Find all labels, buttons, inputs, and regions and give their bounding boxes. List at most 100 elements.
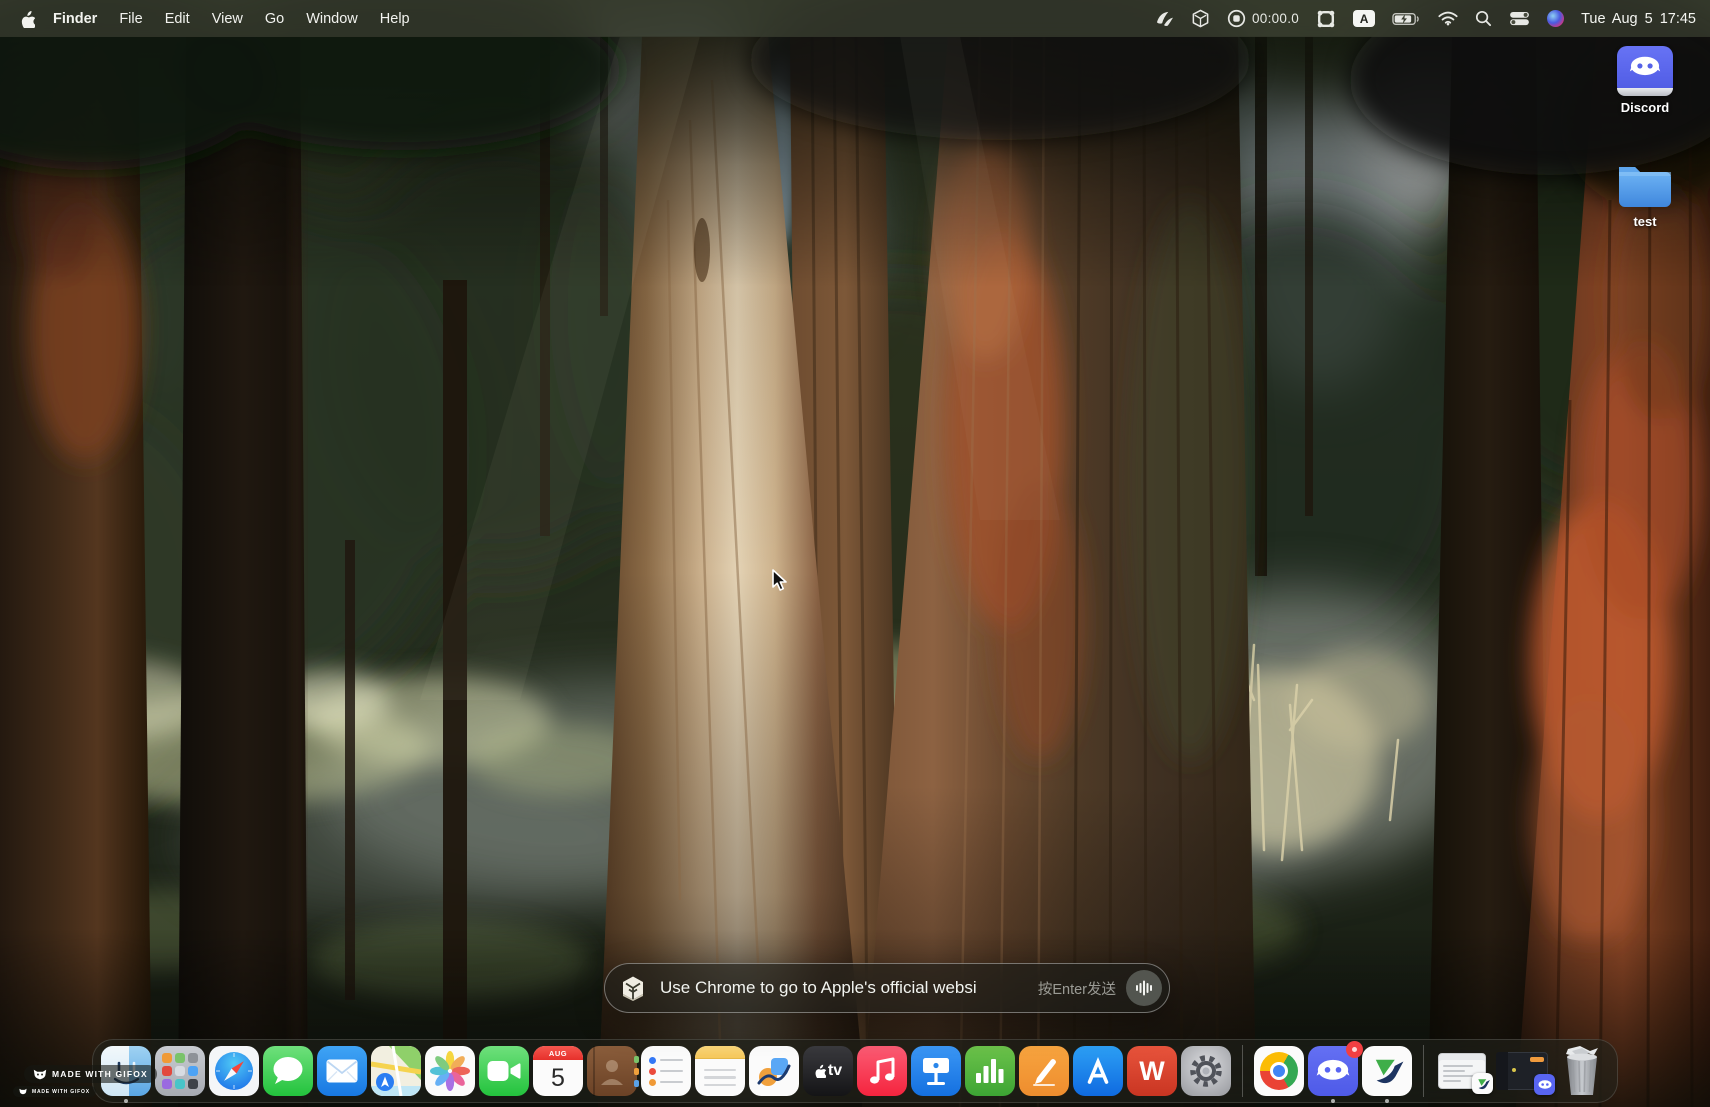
battery-charging-icon[interactable]	[1392, 12, 1421, 26]
menu-help[interactable]: Help	[369, 11, 421, 27]
dock-app-store[interactable]	[1073, 1046, 1123, 1096]
menu-file[interactable]: File	[108, 11, 153, 27]
pages-icon	[1019, 1046, 1069, 1096]
gifox-watermark: MADE WITH GIFOX	[24, 1065, 157, 1083]
gifox-watermark-label: MADE WITH GIFOX	[52, 1069, 148, 1079]
dock-reminders[interactable]	[641, 1046, 691, 1096]
dock-mail[interactable]	[317, 1046, 367, 1096]
messages-icon	[263, 1046, 313, 1096]
dock-facetime[interactable]	[479, 1046, 529, 1096]
menu-bar-clock[interactable]: Tue Aug 5 17:45	[1581, 11, 1696, 27]
siri-icon[interactable]	[1547, 10, 1564, 27]
notes-icon	[695, 1046, 745, 1096]
dock-notes[interactable]	[695, 1046, 745, 1096]
keynote-icon	[911, 1046, 961, 1096]
appletv-label: tv	[828, 1062, 842, 1080]
dock-keynote[interactable]	[911, 1046, 961, 1096]
contacts-icon	[587, 1046, 637, 1096]
desktop-icon-discord[interactable]: Discord	[1603, 46, 1687, 115]
dock-music[interactable]	[857, 1046, 907, 1096]
dock-calendar[interactable]: AUG 5	[533, 1046, 583, 1096]
launchpad-icon	[155, 1046, 205, 1096]
record-stop-timer[interactable]: 00:00.0	[1227, 9, 1299, 28]
apple-logo-icon	[20, 10, 35, 28]
dock-wps-office[interactable]: W	[1127, 1046, 1177, 1096]
desktop-icon-test-folder[interactable]: test	[1603, 158, 1687, 229]
menu-window[interactable]: Window	[295, 11, 369, 27]
wallpaper-forest	[0, 0, 1710, 1107]
wps-glyph: W	[1139, 1056, 1164, 1087]
freeform-icon	[749, 1046, 799, 1096]
dock: AUG 5	[92, 1039, 1618, 1103]
agent-box-icon[interactable]	[1191, 9, 1210, 28]
apple-menu[interactable]	[12, 10, 42, 28]
calendar-icon: AUG 5	[533, 1046, 583, 1096]
v-app-icon	[1472, 1073, 1493, 1094]
safari-icon	[209, 1046, 259, 1096]
fox-icon	[33, 1069, 47, 1080]
running-indicator	[1385, 1099, 1389, 1103]
dock-divider	[1242, 1045, 1243, 1097]
reminders-icon	[641, 1046, 691, 1096]
discord-logo	[1628, 54, 1662, 80]
notification-badge	[1346, 1041, 1363, 1058]
calendar-month: AUG	[533, 1046, 583, 1060]
discord-icon	[1534, 1074, 1555, 1095]
dock-contacts[interactable]	[587, 1046, 637, 1096]
desktop-icon-label: Discord	[1621, 100, 1669, 115]
discord-disk-image-icon	[1617, 46, 1673, 96]
record-stop-icon	[1227, 9, 1246, 28]
dock-trash[interactable]	[1555, 1046, 1609, 1096]
music-icon	[857, 1046, 907, 1096]
dock-chrome[interactable]	[1254, 1046, 1304, 1096]
discord-icon	[1308, 1046, 1358, 1096]
control-center-icon[interactable]	[1509, 11, 1530, 26]
trash-full-icon	[1555, 1046, 1609, 1096]
minimized-window-discord[interactable]	[1496, 1052, 1548, 1090]
agent-hexagon-icon	[620, 975, 646, 1001]
dock-apple-tv[interactable]: tv	[803, 1046, 853, 1096]
facetime-icon	[479, 1046, 529, 1096]
chrome-icon	[1254, 1046, 1304, 1096]
spotlight-search-icon[interactable]	[1475, 10, 1492, 27]
gifox-watermark-label: MADE WITH GIFOX	[32, 1089, 90, 1095]
system-settings-icon	[1181, 1046, 1231, 1096]
dock-messages[interactable]	[263, 1046, 313, 1096]
disk-base	[1617, 88, 1673, 96]
menu-bar: Finder File Edit View Go Window Help	[0, 0, 1710, 37]
dock-photos[interactable]	[425, 1046, 475, 1096]
desktop-screen: Finder File Edit View Go Window Help	[0, 0, 1710, 1107]
assistant-message-input[interactable]: Use Chrome to go to Apple's official web…	[660, 978, 1038, 998]
dock-divider	[1423, 1045, 1424, 1097]
menu-app-name[interactable]: Finder	[42, 11, 108, 27]
input-source-badge[interactable]: A	[1353, 10, 1375, 27]
swoosh-app-icon[interactable]	[1155, 10, 1174, 28]
send-hint: 按Enter发送	[1038, 978, 1116, 999]
dock-maps[interactable]	[371, 1046, 421, 1096]
assistant-input-bar[interactable]: Use Chrome to go to Apple's official web…	[604, 963, 1170, 1013]
dock-v-app[interactable]	[1362, 1046, 1412, 1096]
dock-freeform[interactable]	[749, 1046, 799, 1096]
recording-timer: 00:00.0	[1252, 11, 1299, 26]
app-store-icon	[1073, 1046, 1123, 1096]
fox-icon	[19, 1088, 27, 1095]
dock-safari[interactable]	[209, 1046, 259, 1096]
dock-discord[interactable]	[1308, 1046, 1358, 1096]
dock-numbers[interactable]	[965, 1046, 1015, 1096]
dock-pages[interactable]	[1019, 1046, 1069, 1096]
dock-launchpad[interactable]	[155, 1046, 205, 1096]
wps-office-icon: W	[1127, 1046, 1177, 1096]
wifi-icon[interactable]	[1438, 11, 1458, 26]
menu-go[interactable]: Go	[254, 11, 295, 27]
menu-view[interactable]: View	[201, 11, 254, 27]
mouse-cursor	[770, 568, 792, 592]
dock-system-settings[interactable]	[1181, 1046, 1231, 1096]
menu-edit[interactable]: Edit	[154, 11, 201, 27]
minimized-window-v-app[interactable]	[1438, 1053, 1486, 1089]
voice-waveform-button[interactable]	[1126, 970, 1162, 1006]
screen-capture-icon[interactable]	[1316, 9, 1336, 29]
running-indicator	[1331, 1099, 1335, 1103]
calendar-day: 5	[551, 1060, 565, 1096]
v-app-icon	[1362, 1046, 1412, 1096]
running-indicator	[124, 1099, 128, 1103]
